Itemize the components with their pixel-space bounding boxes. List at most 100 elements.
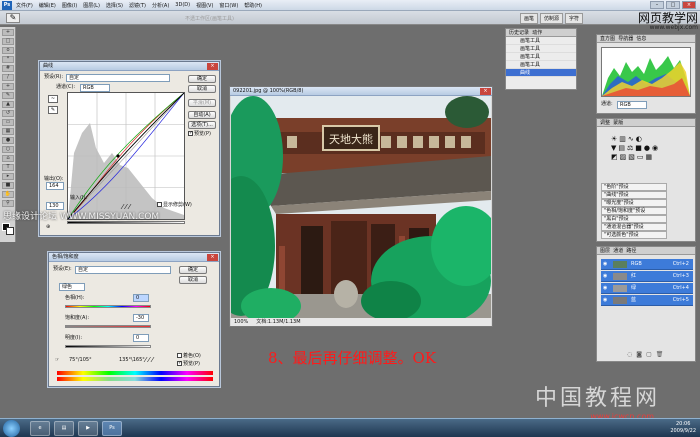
hand-tool-icon[interactable]: ✋ [2, 191, 14, 198]
curves-channel-select[interactable]: RGB [80, 84, 110, 92]
marquee-tool-icon[interactable]: □ [2, 38, 14, 45]
lightness-slider[interactable] [65, 345, 151, 348]
image-window-close-icon[interactable]: × [480, 88, 491, 95]
colorize-box[interactable] [177, 353, 182, 358]
channel-mixer-icon[interactable]: ◉ [652, 144, 660, 152]
hue-field[interactable]: 0 [133, 294, 149, 302]
menu-help[interactable]: 帮助(H) [244, 2, 262, 9]
curves-title-bar[interactable]: 曲线 × [40, 62, 219, 71]
move-tool-icon[interactable]: + [2, 29, 14, 36]
threshold-icon[interactable]: ▧ [628, 153, 637, 161]
curve-pencil-icon[interactable]: ✎ [48, 106, 58, 114]
curves-close-icon[interactable]: × [207, 63, 218, 70]
new-channel-icon[interactable]: ▢ [646, 351, 656, 358]
magic-wand-tool-icon[interactable]: * [2, 56, 14, 63]
zoom-tool-icon[interactable]: ⚲ [2, 200, 14, 207]
hue-slider[interactable] [65, 305, 151, 308]
huesat-close-icon[interactable]: × [207, 254, 218, 261]
tab-character[interactable]: 字符 [565, 13, 584, 24]
curve-edit-points-icon[interactable]: ~ [48, 95, 58, 103]
shape-tool-icon[interactable]: ■ [2, 182, 14, 189]
history-item[interactable]: 画笔工具 [506, 61, 576, 69]
huesat-cancel-button[interactable]: 取消 [179, 276, 207, 284]
tab-layers[interactable]: 图层 [600, 248, 610, 254]
image-document-window[interactable]: 092201.jpg @ 100%(RGB/8) × 天地大熊 100% 文档:… [229, 86, 493, 327]
show-clipping-checkbox[interactable]: 显示修剪(W) [157, 202, 192, 209]
eyedropper-tool-icon[interactable]: / [2, 74, 14, 81]
invert-icon[interactable]: ◩ [611, 153, 620, 161]
menu-window[interactable]: 窗口(W) [219, 2, 238, 9]
dodge-tool-icon[interactable]: ○ [2, 146, 14, 153]
document-info[interactable]: 文档:1.13M/1.13M [256, 319, 300, 325]
menu-edit[interactable]: 编辑(E) [39, 2, 56, 9]
preset-exposure[interactable]: "曝光度"预设 [601, 199, 667, 207]
start-button[interactable] [3, 420, 20, 437]
colorize-checkbox[interactable]: 着色(O) [177, 353, 201, 360]
posterize-icon[interactable]: ▨ [620, 153, 629, 161]
tab-info[interactable]: 信息 [636, 36, 646, 42]
curves-preset-select[interactable]: 自定 [66, 74, 170, 82]
tab-actions[interactable]: 动作 [532, 30, 542, 36]
curves-preview-checkbox[interactable]: ✓预览(P) [188, 131, 211, 138]
selective-color-icon[interactable]: ▦ [646, 153, 655, 161]
eraser-tool-icon[interactable]: ▭ [2, 119, 14, 126]
menu-analysis[interactable]: 分析(A) [152, 2, 169, 9]
tab-brushes[interactable]: 画笔 [520, 13, 539, 24]
huesat-preview-box[interactable]: ✓ [177, 361, 182, 366]
taskbar-photoshop-icon[interactable]: Ps [102, 421, 122, 436]
levels-icon[interactable]: ▥ [619, 135, 628, 143]
exposure-icon[interactable]: ◐ [636, 135, 644, 143]
preset-levels[interactable]: "色阶"预设 [601, 183, 667, 191]
huesat-title-bar[interactable]: 色相/饱和度 × [49, 253, 219, 262]
history-item[interactable]: 画笔工具 [506, 45, 576, 53]
preset-selective-color[interactable]: "可选颜色"预设 [601, 231, 667, 239]
channel-row-rgb[interactable]: ◉ RGB Ctrl+2 [601, 259, 693, 270]
tab-clone-source[interactable]: 仿制源 [540, 13, 564, 24]
background-color-swatch[interactable] [6, 227, 14, 235]
huesat-preset-select[interactable]: 自定 [75, 266, 171, 274]
taskbar-clock[interactable]: 20:06 2009/9/22 [670, 421, 696, 435]
huesat-preview-checkbox[interactable]: ✓预览(P) [177, 361, 200, 368]
curves-ok-button[interactable]: 确定 [188, 75, 216, 83]
curves-auto-button[interactable]: 自动(A) [188, 111, 216, 119]
saturation-slider[interactable] [65, 325, 151, 328]
black-white-icon[interactable]: ■ [635, 144, 644, 152]
eye-icon[interactable]: ◉ [603, 259, 607, 270]
blur-tool-icon[interactable]: ● [2, 137, 14, 144]
tab-channels[interactable]: 通道 [613, 248, 623, 254]
close-button[interactable]: × [682, 1, 696, 9]
eyedropper-icon[interactable]: ⁄ [145, 356, 146, 364]
curves-options-button[interactable]: 选项(T)... [188, 121, 216, 129]
huesat-edit-select[interactable]: 绿色 [59, 283, 85, 291]
tab-histogram[interactable]: 直方图 [600, 36, 615, 42]
tab-adjustments[interactable]: 调整 [600, 120, 610, 126]
type-tool-icon[interactable]: T [2, 164, 14, 171]
load-selection-icon[interactable]: ◌ [627, 351, 636, 358]
eye-icon[interactable]: ◉ [603, 295, 607, 306]
menu-3d[interactable]: 3D(D) [175, 2, 190, 9]
show-clipping-box[interactable] [157, 202, 162, 207]
tab-paths[interactable]: 路径 [626, 248, 636, 254]
history-item[interactable]: 画笔工具 [506, 53, 576, 61]
hue-sat-icon[interactable]: ▤ [618, 144, 627, 152]
healing-tool-icon[interactable]: + [2, 83, 14, 90]
curve-display-options-icon[interactable]: ⊕ [46, 224, 50, 231]
clone-stamp-tool-icon[interactable]: ▲ [2, 101, 14, 108]
curves-icon[interactable]: ∿ [628, 135, 636, 143]
add-to-sample-icon[interactable]: ⁄ [148, 356, 149, 364]
channel-row-green[interactable]: ◉ 绿 Ctrl+4 [601, 283, 693, 294]
taskbar-explorer-icon[interactable]: ▤ [54, 421, 74, 436]
lightness-field[interactable]: 0 [133, 334, 149, 342]
tab-masks[interactable]: 蒙版 [613, 120, 623, 126]
photo-canvas[interactable]: 天地大熊 [231, 96, 491, 318]
curves-output-field[interactable]: 164 [46, 182, 64, 190]
photo-filter-icon[interactable]: ● [644, 144, 652, 152]
minimize-button[interactable]: – [650, 1, 664, 9]
taskbar-media-icon[interactable]: ▶ [78, 421, 98, 436]
eye-icon[interactable]: ◉ [603, 271, 607, 282]
subtract-from-sample-icon[interactable]: ⁄ [152, 356, 153, 364]
tab-history[interactable]: 历史记录 [509, 30, 529, 36]
preset-channel-mixer[interactable]: "通道混合器"预设 [601, 223, 667, 231]
preset-hue-saturation[interactable]: "色相/饱和度"预设 [601, 207, 667, 215]
histogram-channel-select[interactable]: RGB [617, 101, 647, 109]
